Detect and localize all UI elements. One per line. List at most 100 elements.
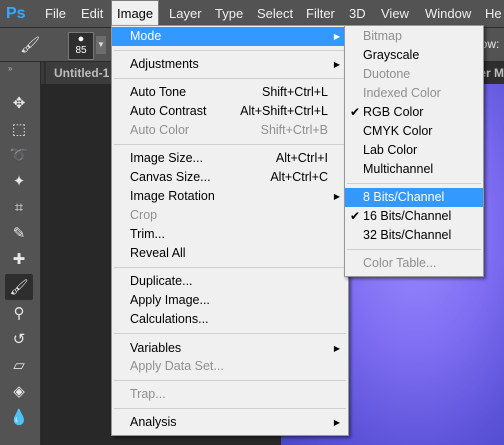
move-tool-icon[interactable]: ✥ bbox=[5, 90, 33, 116]
shortcut-label: Alt+Shift+Ctrl+L bbox=[240, 104, 328, 118]
submenu-arrow-icon: ▶ bbox=[333, 32, 340, 41]
image-menu-reveal-all[interactable]: Reveal All bbox=[112, 244, 348, 263]
menu-window[interactable]: Window bbox=[420, 0, 476, 28]
image-menu-dropdown: Mode ▶ Adjustments ▶ Auto Tone Shift+Ctr… bbox=[111, 25, 349, 436]
eraser-icon[interactable]: ▱ bbox=[5, 352, 33, 378]
image-menu-trap: Trap... bbox=[112, 385, 348, 404]
menu-view[interactable]: View bbox=[376, 0, 414, 28]
check-icon: ✔ bbox=[350, 105, 361, 119]
brush-size-picker[interactable]: ● 85 bbox=[68, 32, 94, 60]
mode-label: RGB Color bbox=[363, 105, 424, 119]
image-menu-trim[interactable]: Trim... bbox=[112, 225, 348, 244]
mode-label: Indexed Color bbox=[363, 86, 441, 100]
eyedropper-icon[interactable]: ✎ bbox=[5, 220, 33, 246]
marquee-tool-icon[interactable]: ⬚ bbox=[5, 116, 33, 142]
separator bbox=[114, 50, 346, 51]
menu-edit[interactable]: Edit bbox=[76, 0, 108, 28]
mode-label: Grayscale bbox=[363, 48, 420, 62]
mode-lab-color[interactable]: Lab Color bbox=[345, 141, 483, 160]
image-menu-mode[interactable]: Mode ▶ bbox=[112, 27, 348, 46]
mode-label: CMYK Color bbox=[363, 124, 433, 138]
shortcut-label: Alt+Ctrl+C bbox=[270, 170, 328, 184]
menu-select[interactable]: Select bbox=[252, 0, 298, 28]
mode-label: 32 Bits/Channel bbox=[363, 228, 452, 242]
image-menu-label: Reveal All bbox=[130, 246, 186, 260]
image-menu-image-rotation[interactable]: Image Rotation ▶ bbox=[112, 187, 348, 206]
image-menu-label: Trim... bbox=[130, 227, 165, 241]
menu-3d[interactable]: 3D bbox=[344, 0, 371, 28]
image-menu-label: Image Rotation bbox=[130, 189, 215, 203]
photoshop-logo: Ps bbox=[6, 5, 26, 22]
mode-submenu: Bitmap Grayscale Duotone Indexed Color ✔… bbox=[344, 25, 484, 277]
image-menu-variables[interactable]: Variables ▶ bbox=[112, 339, 348, 358]
image-menu-duplicate[interactable]: Duplicate... bbox=[112, 272, 348, 291]
mode-label: 16 Bits/Channel bbox=[363, 209, 452, 223]
submenu-arrow-icon: ▶ bbox=[333, 192, 340, 201]
menu-bar: Ps File Edit Image Layer Type Select Fil… bbox=[0, 0, 504, 28]
healing-brush-icon[interactable]: ✚ bbox=[5, 246, 33, 272]
brush-preset-icon[interactable]: 🖌 bbox=[20, 35, 46, 55]
collapse-icon[interactable]: » bbox=[8, 64, 12, 73]
mode-16-bits[interactable]: ✔ 16 Bits/Channel bbox=[345, 207, 483, 226]
check-icon: ✔ bbox=[350, 209, 361, 223]
brush-dot-icon: ● bbox=[77, 33, 85, 45]
menu-filter[interactable]: Filter bbox=[301, 0, 340, 28]
image-menu-label: Auto Color bbox=[130, 123, 190, 137]
image-menu-calculations[interactable]: Calculations... bbox=[112, 310, 348, 329]
paint-bucket-icon[interactable]: ◈ bbox=[5, 378, 33, 404]
submenu-arrow-icon: ▶ bbox=[333, 418, 340, 427]
image-menu-label: Mode bbox=[130, 29, 162, 43]
image-menu-auto-color: Auto Color Shift+Ctrl+B bbox=[112, 121, 348, 140]
menu-file[interactable]: File bbox=[40, 0, 71, 28]
magic-wand-icon[interactable]: ✦ bbox=[5, 168, 33, 194]
mode-multichannel[interactable]: Multichannel bbox=[345, 160, 483, 179]
image-menu-adjustments[interactable]: Adjustments ▶ bbox=[112, 55, 348, 74]
mode-label: 8 Bits/Channel bbox=[363, 190, 445, 204]
image-menu-auto-contrast[interactable]: Auto Contrast Alt+Shift+Ctrl+L bbox=[112, 102, 348, 121]
separator bbox=[114, 144, 346, 145]
image-menu-label: Trap... bbox=[130, 387, 166, 401]
separator bbox=[114, 333, 346, 334]
chevron-down-icon[interactable]: ▼ bbox=[96, 36, 106, 54]
image-menu-label: Canvas Size... bbox=[130, 170, 211, 184]
menu-help[interactable]: He bbox=[480, 0, 504, 28]
blur-tool-icon[interactable]: 💧 bbox=[5, 404, 33, 430]
image-menu-auto-tone[interactable]: Auto Tone Shift+Ctrl+L bbox=[112, 83, 348, 102]
image-menu-analysis[interactable]: Analysis ▶ bbox=[112, 413, 348, 432]
mode-label: Duotone bbox=[363, 67, 411, 81]
image-menu-label: Auto Contrast bbox=[130, 104, 207, 118]
menu-layer[interactable]: Layer bbox=[164, 0, 207, 28]
history-brush-icon[interactable]: ↺ bbox=[5, 326, 33, 352]
clone-stamp-icon[interactable]: ⚲ bbox=[5, 300, 33, 326]
image-menu-label: Variables bbox=[130, 341, 182, 355]
separator bbox=[347, 183, 481, 184]
image-menu-apply-data-set: Apply Data Set... bbox=[112, 357, 348, 376]
mode-duotone: Duotone bbox=[345, 65, 483, 84]
image-menu-canvas-size[interactable]: Canvas Size... Alt+Ctrl+C bbox=[112, 168, 348, 187]
mode-label: Color Table... bbox=[363, 256, 437, 270]
mode-8-bits[interactable]: 8 Bits/Channel bbox=[345, 188, 483, 207]
menu-image[interactable]: Image bbox=[111, 0, 160, 27]
submenu-arrow-icon: ▶ bbox=[333, 344, 340, 353]
mode-rgb-color[interactable]: ✔ RGB Color bbox=[345, 103, 483, 122]
mode-label: Lab Color bbox=[363, 143, 418, 157]
separator bbox=[114, 380, 346, 381]
brush-tool-icon[interactable]: 🖌 bbox=[5, 274, 33, 300]
image-menu-apply-image[interactable]: Apply Image... bbox=[112, 291, 348, 310]
image-menu-label: Calculations... bbox=[130, 312, 209, 326]
mode-cmyk-color[interactable]: CMYK Color bbox=[345, 122, 483, 141]
mode-32-bits[interactable]: 32 Bits/Channel bbox=[345, 226, 483, 245]
toolbox: » ✥ ⬚ ➰ ✦ ⌗ ✎ ✚ 🖌 ⚲ ↺ ▱ ◈ 💧 bbox=[0, 62, 41, 445]
shortcut-label: Shift+Ctrl+L bbox=[261, 85, 328, 99]
menu-type[interactable]: Type bbox=[210, 0, 248, 28]
mode-grayscale[interactable]: Grayscale bbox=[345, 46, 483, 65]
separator bbox=[114, 78, 346, 79]
separator bbox=[114, 408, 346, 409]
crop-tool-icon[interactable]: ⌗ bbox=[5, 194, 33, 220]
mode-indexed-color: Indexed Color bbox=[345, 84, 483, 103]
image-menu-image-size[interactable]: Image Size... Alt+Ctrl+I bbox=[112, 149, 348, 168]
separator bbox=[347, 249, 481, 250]
lasso-tool-icon[interactable]: ➰ bbox=[5, 142, 33, 168]
shortcut-label: Alt+Ctrl+I bbox=[275, 151, 328, 165]
image-menu-label: Analysis bbox=[130, 415, 177, 429]
